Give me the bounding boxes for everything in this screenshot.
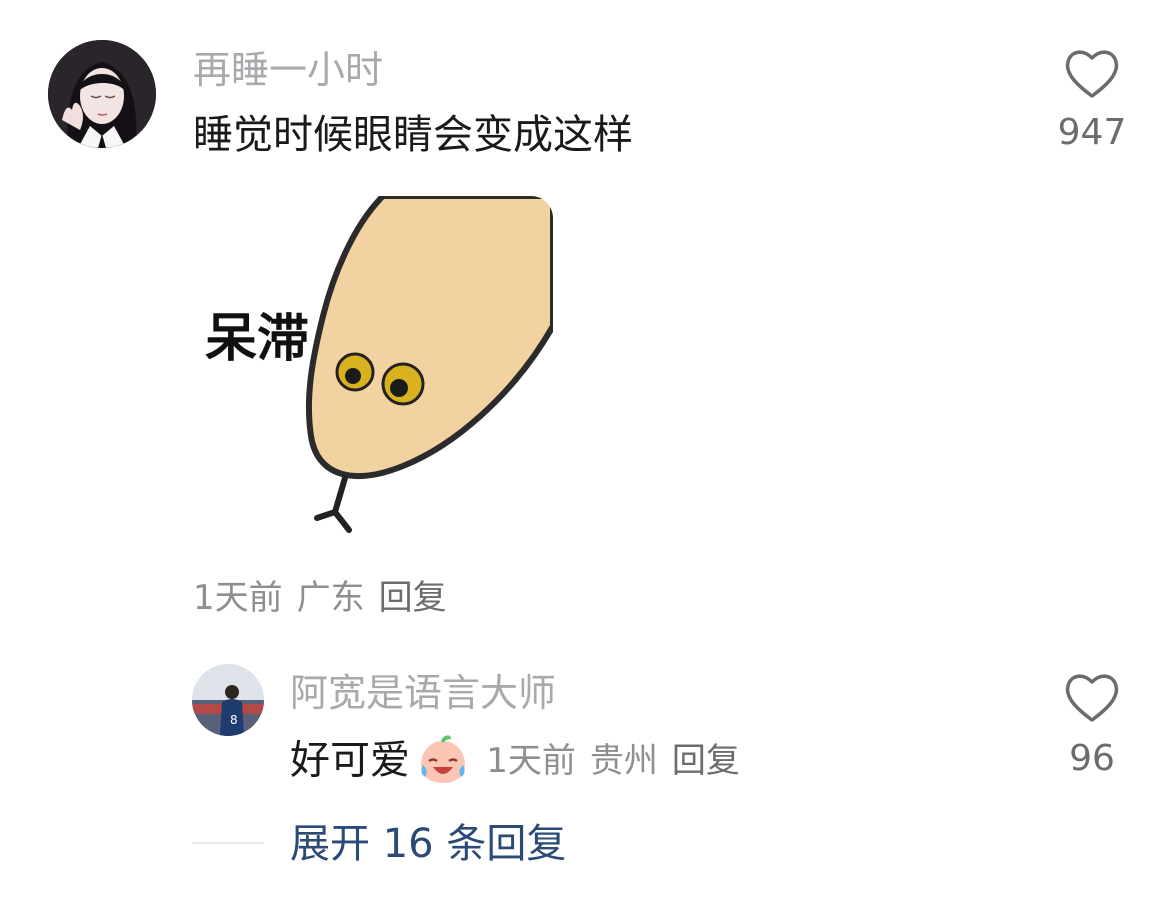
- heart-icon: [1065, 50, 1119, 98]
- crying-laughing-face-icon: [421, 734, 466, 783]
- comment-location: 广东: [296, 578, 365, 618]
- comment-text: 睡觉时候眼睛会变成这样: [193, 112, 633, 158]
- reply-text: 好可爱: [290, 737, 410, 784]
- heart-icon: [1065, 674, 1119, 722]
- reply-time: 1天前: [486, 740, 576, 781]
- comment-meta: 1天前 广东 回复: [193, 576, 461, 620]
- reply-meta: 1天前 贵州 回复: [486, 741, 754, 781]
- reply-location: 贵州: [589, 740, 658, 781]
- reply-like-count: 96: [1069, 738, 1115, 779]
- comment-time: 1天前: [193, 578, 283, 618]
- like-button[interactable]: [1056, 44, 1128, 100]
- reply-link[interactable]: 回复: [379, 578, 447, 618]
- reply-avatar[interactable]: 8: [192, 664, 264, 736]
- sticker-text: 呆滞: [205, 309, 309, 369]
- expand-replies-link[interactable]: 展开 16 条回复: [290, 818, 566, 870]
- comment-username[interactable]: 再睡一小时: [193, 44, 383, 96]
- avatar-image: [48, 40, 156, 148]
- avatar[interactable]: [48, 40, 156, 148]
- comment-thread: 再睡一小时 睡觉时候眼睛会变成这样 947 呆滞 1天前 广东 回复 8 阿宽是…: [0, 0, 1170, 912]
- reply-like-button[interactable]: [1056, 668, 1128, 724]
- sticker-drawing: 呆滞: [193, 196, 553, 556]
- reply-reply-link[interactable]: 回复: [672, 741, 740, 781]
- like-count: 947: [1057, 112, 1127, 153]
- reply-username[interactable]: 阿宽是语言大师: [290, 668, 556, 718]
- reply-avatar-image: 8: [192, 664, 264, 736]
- sticker-image[interactable]: 呆滞: [193, 196, 553, 556]
- svg-text:8: 8: [230, 713, 238, 727]
- expand-divider: [192, 842, 264, 844]
- reply-line: 好可爱 1天前 贵州 回复: [290, 734, 754, 787]
